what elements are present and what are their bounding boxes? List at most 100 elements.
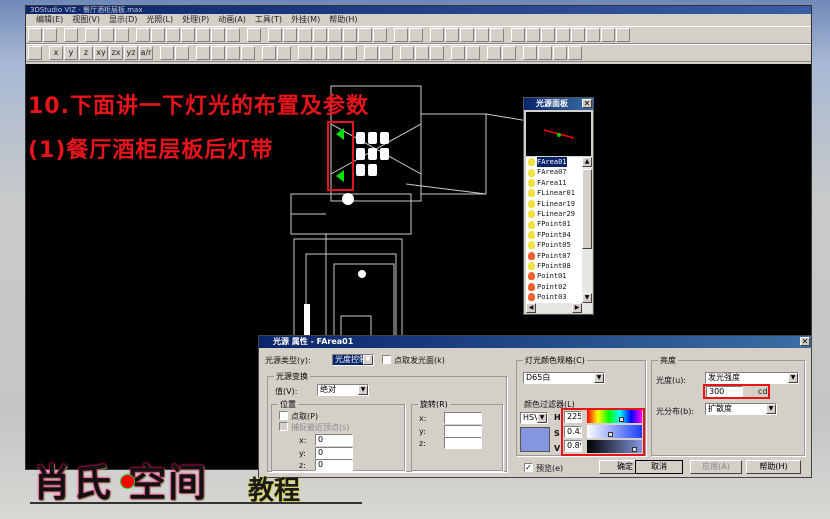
- rot-x-input[interactable]: [444, 412, 482, 424]
- help-icon[interactable]: [100, 28, 114, 42]
- light-list-item[interactable]: Point01: [526, 271, 582, 281]
- view-box-6-icon[interactable]: [226, 28, 240, 42]
- scroll-left-icon[interactable]: ◀: [526, 303, 536, 313]
- gray-1-icon[interactable]: [538, 46, 552, 60]
- light-list-item[interactable]: FPoint01: [526, 219, 582, 229]
- magnet-2-icon[interactable]: [175, 46, 189, 60]
- view-box-1-icon[interactable]: [151, 28, 165, 42]
- menu-item[interactable]: 外挂(M): [291, 14, 320, 26]
- render-view-icon[interactable]: [409, 28, 423, 42]
- view-box-3-icon[interactable]: [181, 28, 195, 42]
- walk-icon[interactable]: [343, 28, 357, 42]
- zoom-icon[interactable]: [313, 28, 327, 42]
- rot-y-input[interactable]: [444, 425, 482, 437]
- frame-icon[interactable]: [601, 28, 615, 42]
- close-icon[interactable]: ✕: [800, 337, 810, 346]
- axis-xy-button[interactable]: xy: [94, 46, 108, 60]
- light-list-item[interactable]: FPoint07: [526, 251, 582, 261]
- rot-z-input[interactable]: [444, 437, 482, 449]
- layer-2-icon[interactable]: [526, 28, 540, 42]
- doc-icon[interactable]: [379, 46, 393, 60]
- select-cross-icon[interactable]: [313, 46, 327, 60]
- light-list-item[interactable]: Point02: [526, 282, 582, 292]
- gray-3-icon[interactable]: [568, 46, 582, 60]
- menu-item[interactable]: 编辑(E): [36, 14, 63, 26]
- pan-view-icon[interactable]: [283, 28, 297, 42]
- menu-item[interactable]: 视图(V): [72, 14, 100, 26]
- select-icon[interactable]: [262, 46, 276, 60]
- apply-button[interactable]: 应用(A): [690, 460, 742, 474]
- light-list-item[interactable]: FLinear19: [526, 199, 582, 209]
- help-button[interactable]: 帮助(H): [746, 460, 801, 474]
- light-list-item[interactable]: FArea11: [526, 178, 582, 188]
- doc-select-icon[interactable]: [364, 46, 378, 60]
- zoom-region-icon[interactable]: [247, 28, 261, 42]
- zoom-in-icon[interactable]: [298, 28, 312, 42]
- select-help-icon[interactable]: [277, 46, 291, 60]
- save-icon[interactable]: [43, 28, 57, 42]
- light-panel-title-bar[interactable]: 光源面板 ✕: [524, 98, 593, 110]
- menu-item[interactable]: 光照(L): [146, 14, 173, 26]
- copy-icon[interactable]: [226, 46, 240, 60]
- scroll-up-icon[interactable]: ▲: [582, 157, 592, 167]
- light-list-item[interactable]: FPoint05: [526, 240, 582, 250]
- hatch-icon[interactable]: [556, 28, 570, 42]
- axis-a/r-button[interactable]: a/r: [139, 46, 153, 60]
- axis-yz-button[interactable]: yz: [124, 46, 138, 60]
- select-window-icon[interactable]: [298, 46, 312, 60]
- light-wire-icon[interactable]: [445, 28, 459, 42]
- view-box-4-icon[interactable]: [196, 28, 210, 42]
- pos-z-input[interactable]: 0: [315, 459, 353, 471]
- menu-item[interactable]: 显示(D): [109, 14, 137, 26]
- layer-3-icon[interactable]: [541, 28, 555, 42]
- scroll-down-icon[interactable]: ▼: [582, 293, 592, 303]
- light-type-select[interactable]: 光度控制 ▼: [332, 354, 374, 366]
- select-4-icon[interactable]: [343, 46, 357, 60]
- doc-select-2-icon[interactable]: [400, 46, 414, 60]
- light-off-icon[interactable]: [430, 28, 444, 42]
- pos-y-input[interactable]: 0: [315, 447, 353, 459]
- undo-select-icon[interactable]: [241, 46, 255, 60]
- light-list-item[interactable]: FPoint04: [526, 230, 582, 240]
- zoom-extents-icon[interactable]: [394, 28, 408, 42]
- blank-icon[interactable]: [571, 28, 585, 42]
- axis-zx-button[interactable]: zx: [109, 46, 123, 60]
- layer-1-icon[interactable]: [511, 28, 525, 42]
- undo-icon[interactable]: [64, 28, 78, 42]
- green-box-icon[interactable]: [475, 28, 489, 42]
- menu-item[interactable]: 处理(P): [182, 14, 209, 26]
- value-select[interactable]: 绝对 ▼: [317, 384, 369, 396]
- axis-z-button[interactable]: z: [79, 46, 93, 60]
- dialog-title-bar[interactable]: 光源 属性 - FArea01 ✕: [259, 336, 811, 348]
- close-icon[interactable]: ✕: [582, 99, 592, 108]
- light-list-item[interactable]: FLinear01: [526, 188, 582, 198]
- refresh-icon[interactable]: [211, 46, 225, 60]
- color-spec-select[interactable]: D65白 ▼: [523, 372, 605, 384]
- horizontal-scrollbar[interactable]: ◀ ▶: [526, 303, 592, 313]
- menu-item[interactable]: 工具(T): [255, 14, 282, 26]
- group-select-icon[interactable]: [502, 46, 516, 60]
- move-icon[interactable]: [328, 28, 342, 42]
- orbit-icon[interactable]: [268, 28, 282, 42]
- light-list-item[interactable]: FLinear29: [526, 209, 582, 219]
- select-3-icon[interactable]: [328, 46, 342, 60]
- list-select-icon[interactable]: [451, 46, 465, 60]
- menu-item[interactable]: 帮助(H): [329, 14, 357, 26]
- camera2-icon[interactable]: [616, 28, 630, 42]
- context-help-icon[interactable]: [115, 28, 129, 42]
- pick-checkbox[interactable]: [279, 411, 288, 420]
- walk-person-icon[interactable]: [523, 46, 537, 60]
- gray-2-icon[interactable]: [553, 46, 567, 60]
- view-box-2-icon[interactable]: [166, 28, 180, 42]
- view-box-5-icon[interactable]: [211, 28, 225, 42]
- axis-y-button[interactable]: y: [64, 46, 78, 60]
- print-icon[interactable]: [85, 28, 99, 42]
- box-icon[interactable]: [460, 28, 474, 42]
- pos-x-input[interactable]: 0: [315, 434, 353, 446]
- globe-icon[interactable]: [586, 28, 600, 42]
- camera-icon[interactable]: [136, 28, 150, 42]
- layers-icon[interactable]: [196, 46, 210, 60]
- arc-select-icon[interactable]: [430, 46, 444, 60]
- distribution-select[interactable]: 扩散度 ▼: [705, 403, 777, 415]
- rotate-icon[interactable]: [373, 28, 387, 42]
